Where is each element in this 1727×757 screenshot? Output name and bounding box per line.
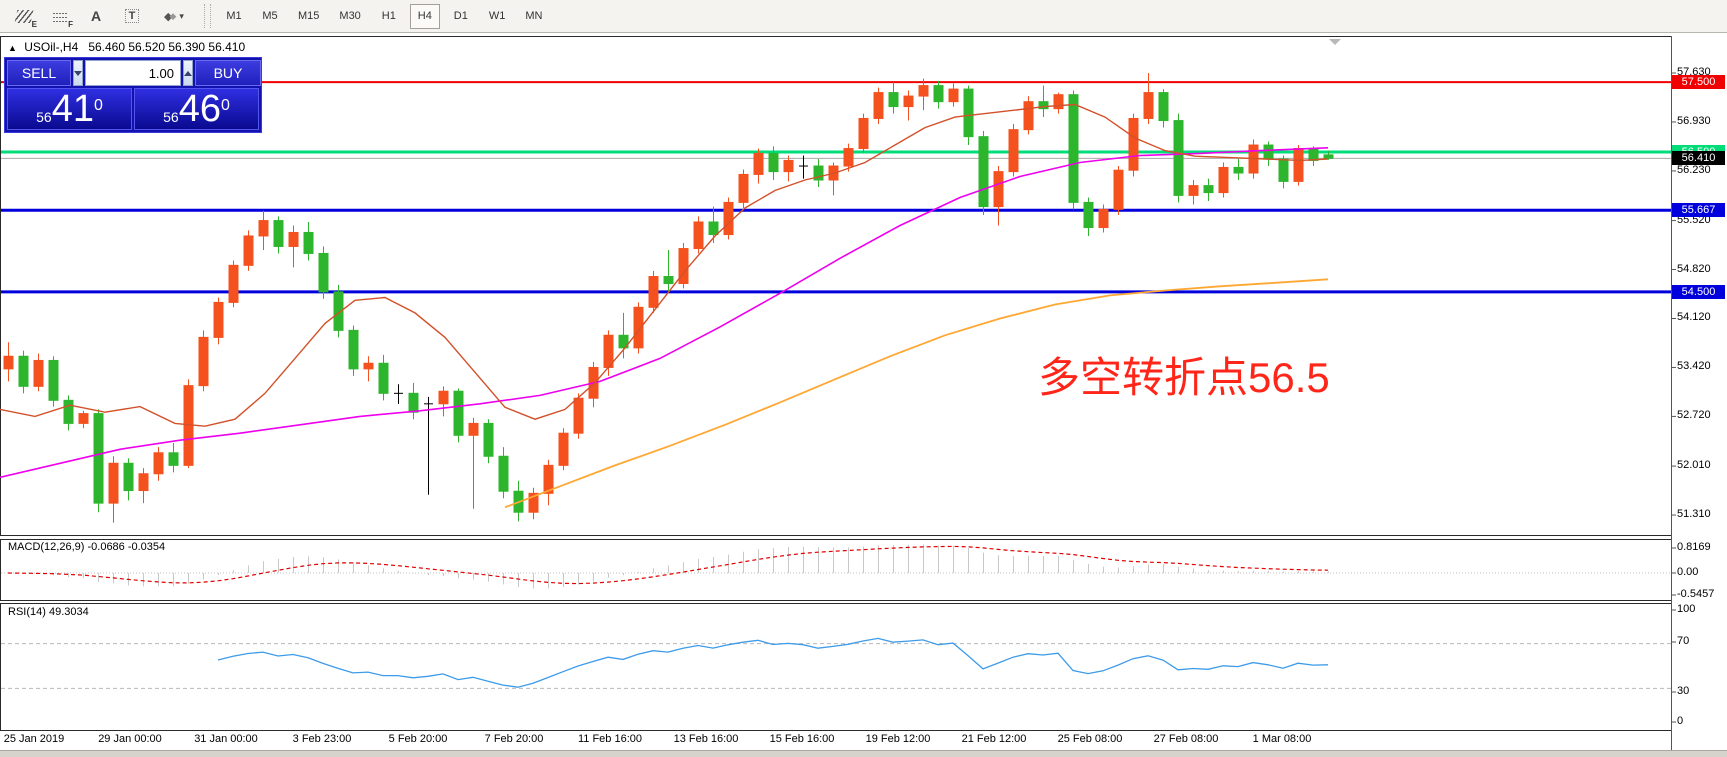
ohlc-values: 56.460 56.520 56.390 56.410 [88,40,245,54]
triangle-down-icon [74,71,82,76]
one-click-trading-panel: SELL BUY 56410 56460 [4,57,262,133]
time-axis-label: 21 Feb 12:00 [946,733,1042,745]
time-axis-label: 11 Feb 16:00 [562,733,658,745]
sell-price-display[interactable]: 56410 [7,88,132,130]
level-price-badge: 54.500 [1672,285,1725,299]
price-tick-label: 52.010 [1677,459,1711,471]
time-axis-label: 25 Jan 2019 [0,733,82,745]
time-axis-label: 25 Feb 08:00 [1042,733,1138,745]
time-axis-label: 15 Feb 16:00 [754,733,850,745]
sell-price-point: 0 [94,89,103,123]
buy-price-whole: 56 [163,107,179,127]
sell-price-whole: 56 [36,107,52,127]
sell-button[interactable]: SELL [7,60,71,86]
volume-increase-button[interactable] [183,60,193,86]
price-tick-label: 53.420 [1677,360,1711,372]
price-tick-label: 54.820 [1677,263,1711,275]
macd-label: MACD(12,26,9) -0.0686 -0.0354 [8,541,165,553]
current-price-badge: 56.410 [1672,151,1725,165]
buy-price-display[interactable]: 56460 [134,88,259,130]
chart-title: ▲ USOil-,H4 56.460 56.520 56.390 56.410 [8,40,245,54]
symbol-collapse-icon[interactable]: ▲ [8,43,17,53]
level-price-badge: 57.500 [1672,75,1725,89]
rsi-tick-label: 100 [1677,603,1695,615]
buy-price-pips: 46 [179,91,221,127]
buy-price-point: 0 [221,89,230,123]
price-tick-label: 54.120 [1677,311,1711,323]
time-axis-label: 19 Feb 12:00 [850,733,946,745]
time-axis-label: 1 Mar 08:00 [1234,733,1330,745]
time-axis-label: 7 Feb 20:00 [466,733,562,745]
price-tick-label: 56.930 [1677,115,1711,127]
buy-button[interactable]: BUY [195,60,261,86]
macd-tick-label: 0.00 [1677,566,1698,578]
panel-splitter-rsi[interactable] [0,601,1671,605]
rsi-label: RSI(14) 49.3034 [8,606,89,618]
panel-splitter-macd[interactable] [0,536,1671,540]
sell-price-pips: 41 [52,91,94,127]
volume-input[interactable] [85,60,181,86]
price-tick-label: 51.310 [1677,508,1711,520]
window-bottom-strip [0,750,1727,757]
rsi-tick-label: 0 [1677,715,1683,727]
chart-text-annotation: 多空转折点56.5 [1038,344,1330,405]
price-tick-label: 52.720 [1677,409,1711,421]
symbol-name: USOil-,H4 [24,40,78,54]
time-axis-label: 5 Feb 20:00 [370,733,466,745]
volume-decrease-button[interactable] [73,60,83,86]
level-price-badge: 55.667 [1672,203,1725,217]
time-axis-label: 29 Jan 00:00 [82,733,178,745]
time-axis-label: 31 Jan 00:00 [178,733,274,745]
time-axis-label: 3 Feb 23:00 [274,733,370,745]
rsi-tick-label: 70 [1677,635,1689,647]
time-axis-label: 27 Feb 08:00 [1138,733,1234,745]
rsi-tick-label: 30 [1677,685,1689,697]
time-axis-label: 13 Feb 16:00 [658,733,754,745]
price-tick-label: 56.230 [1677,164,1711,176]
macd-tick-label: 0.8169 [1677,541,1711,553]
triangle-up-icon [184,71,192,76]
macd-tick-label: -0.5457 [1677,588,1714,600]
